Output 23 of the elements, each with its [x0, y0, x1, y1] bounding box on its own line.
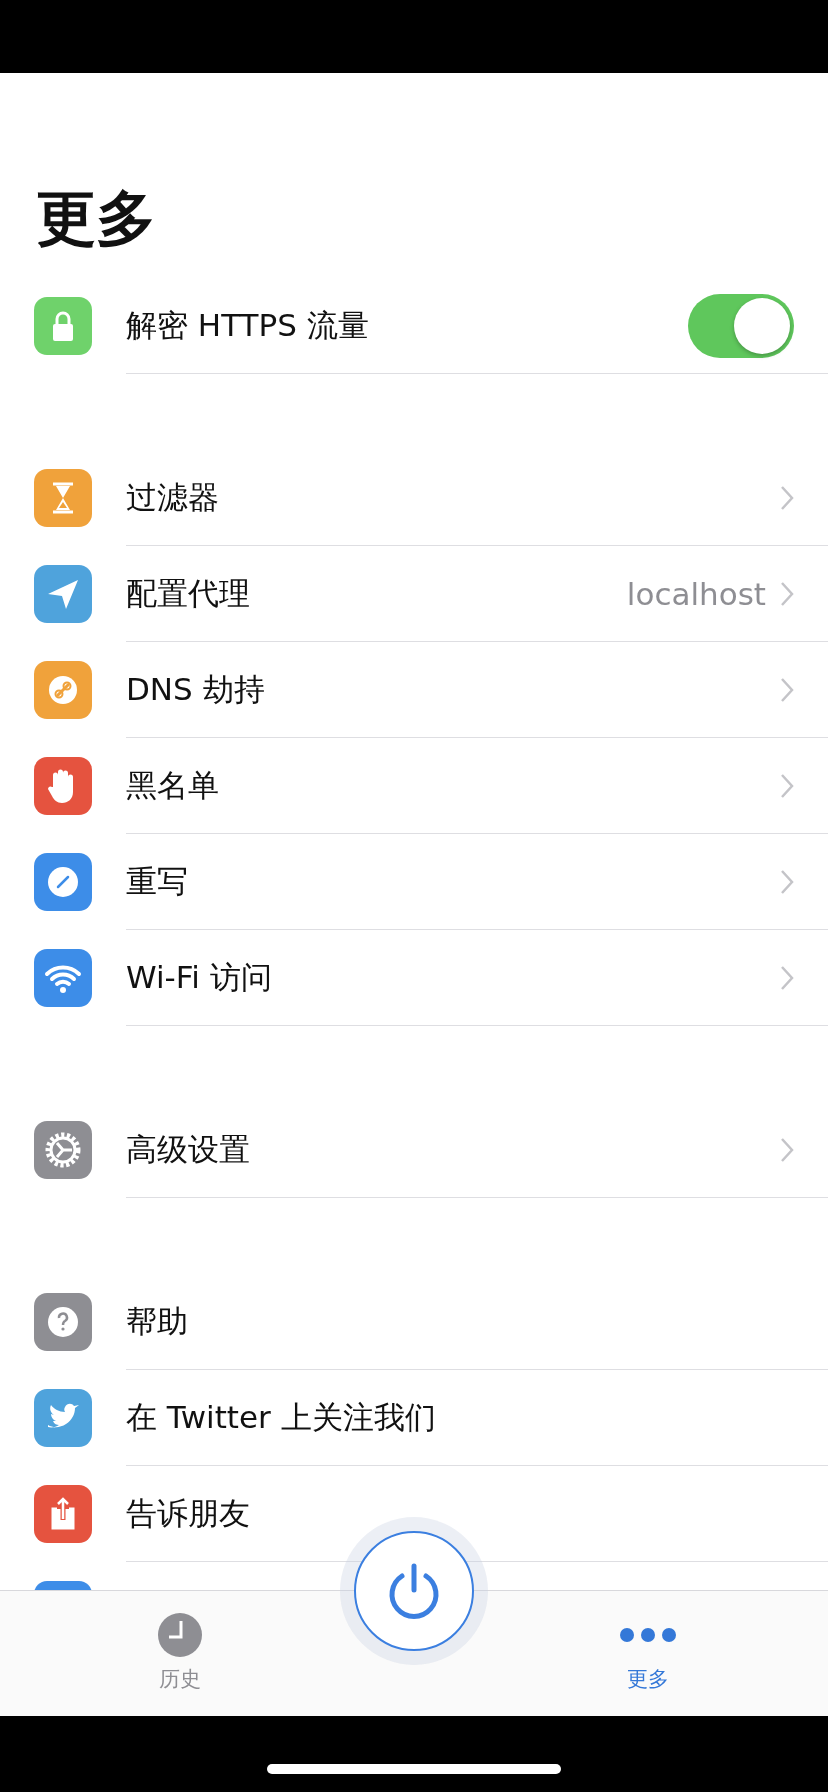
- chevron-icon: [780, 964, 794, 991]
- power-button[interactable]: [354, 1531, 474, 1652]
- menu-item[interactable]: 告诉朋友: [126, 1492, 794, 1535]
- more-icon: [620, 1628, 676, 1643]
- menu-item[interactable]: 重写: [126, 860, 780, 903]
- tab[interactable]: 更多: [548, 1591, 748, 1716]
- chevron-icon: [780, 580, 794, 607]
- menu-item[interactable]: 在 Twitter 上关注我们: [126, 1396, 794, 1439]
- chevron-icon: [780, 676, 794, 703]
- menu-item[interactable]: DNS 劫持: [126, 668, 780, 711]
- menu-item[interactable]: 解密 HTTPS 流量: [126, 304, 688, 347]
- chevron-icon: [780, 772, 794, 799]
- chevron-icon: [780, 1136, 794, 1163]
- menu-item[interactable]: 过滤器: [126, 476, 780, 519]
- row-value: localhost: [626, 575, 766, 612]
- menu-item[interactable]: 配置代理: [126, 572, 627, 615]
- menu-item[interactable]: 高级设置: [126, 1128, 780, 1171]
- page-title: 更多: [35, 182, 157, 255]
- chevron-icon: [780, 484, 794, 511]
- menu-item[interactable]: 黑名单: [126, 764, 780, 807]
- menu-item[interactable]: Wi-Fi 访问: [126, 956, 780, 999]
- menu-item[interactable]: 帮助: [126, 1300, 794, 1343]
- chevron-icon: [780, 868, 794, 895]
